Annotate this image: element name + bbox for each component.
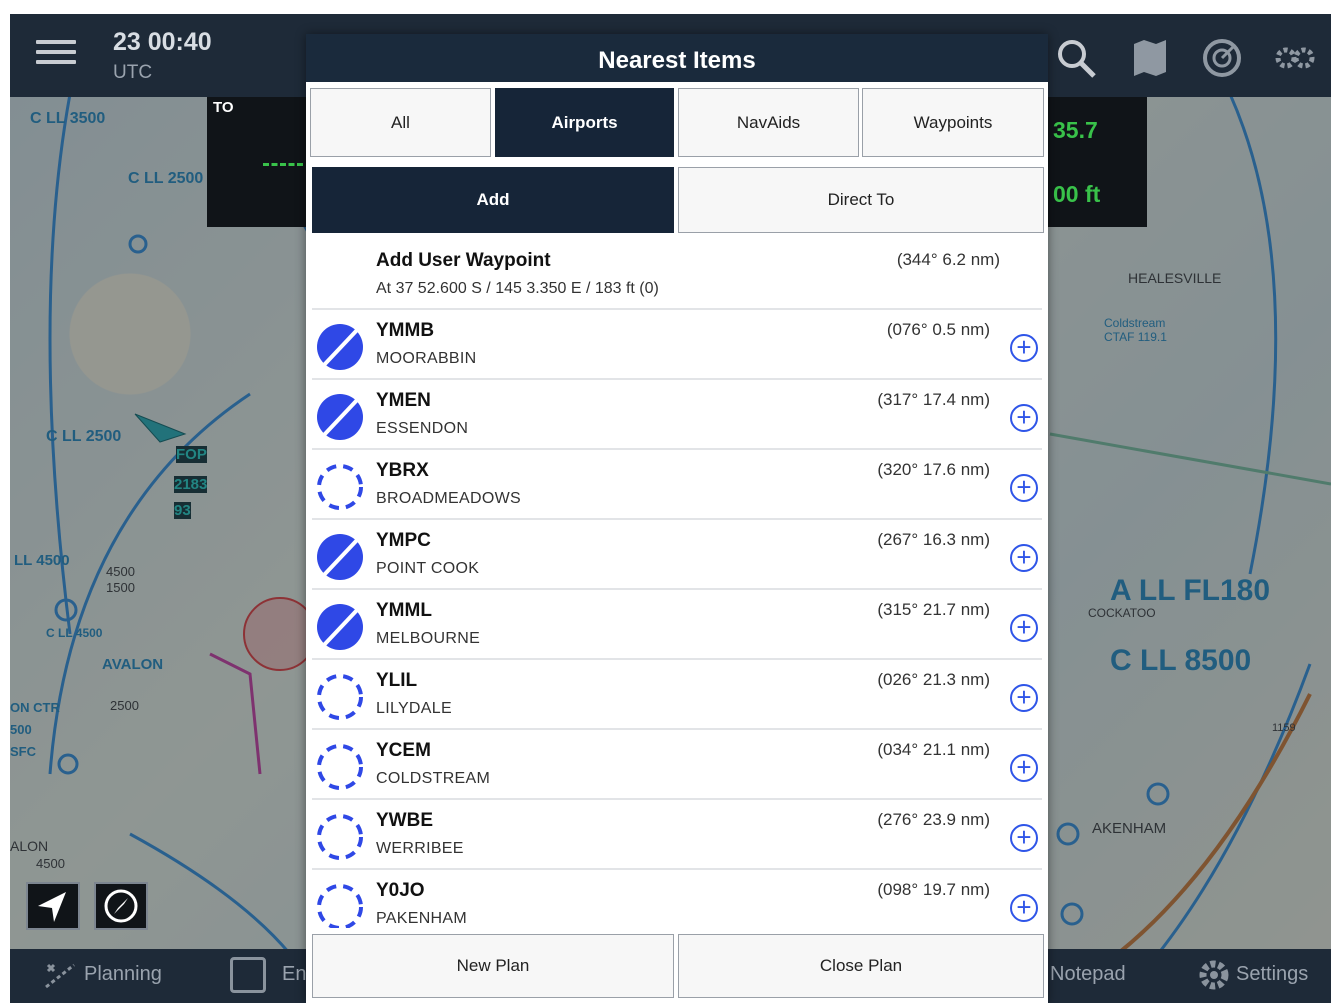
non-towered-airport-icon	[316, 813, 364, 861]
map-layers-icon[interactable]	[1128, 36, 1172, 80]
airport-row[interactable]: Y0JO PAKENHAM (098° 19.7 nm) +	[312, 870, 1042, 928]
search-icon[interactable]	[1054, 36, 1098, 80]
user-waypoint-coords: At 37 52.600 S / 145 3.350 E / 183 ft (0…	[376, 280, 659, 297]
add-plus-icon[interactable]: +	[1010, 404, 1038, 432]
enroute-map-icon[interactable]	[230, 957, 266, 993]
tab-planning[interactable]: Planning	[84, 963, 162, 986]
instrument-label: TO	[213, 99, 234, 116]
airport-row[interactable]: YMEN ESSENDON (317° 17.4 nm) +	[312, 380, 1042, 450]
add-plus-icon[interactable]: +	[1010, 894, 1038, 922]
add-mode-button[interactable]: Add	[312, 167, 674, 233]
nearest-items-list[interactable]: Add User Waypoint At 37 52.600 S / 145 3…	[312, 240, 1042, 928]
clock-zone: UTC	[113, 62, 153, 83]
airport-ident: YMMB	[376, 320, 435, 341]
compass-button[interactable]	[94, 882, 148, 930]
airport-bearing: (320° 17.6 nm)	[877, 460, 990, 479]
instrument-panel-left: TO	[207, 97, 307, 227]
tab-enroute[interactable]: En	[282, 963, 306, 986]
airport-ident: YWBE	[376, 810, 433, 831]
user-waypoint-row[interactable]: Add User Waypoint At 37 52.600 S / 145 3…	[312, 240, 1042, 310]
location-arrow-button[interactable]	[26, 882, 80, 930]
compass-icon	[104, 889, 138, 923]
tab-notepad[interactable]: Notepad	[1050, 963, 1126, 986]
airport-ident: Y0JO	[376, 880, 425, 901]
add-plus-icon[interactable]: +	[1010, 334, 1038, 362]
airport-bearing: (267° 16.3 nm)	[877, 530, 990, 549]
settings-gear-icon[interactable]	[1196, 957, 1232, 993]
airport-row[interactable]: YLIL LILYDALE (026° 21.3 nm) +	[312, 660, 1042, 730]
towered-airport-icon	[316, 393, 364, 441]
airport-ident: YMPC	[376, 530, 431, 551]
airport-name: WERRIBEE	[376, 840, 464, 857]
airport-ident: YMML	[376, 600, 432, 621]
add-plus-icon[interactable]: +	[1010, 614, 1038, 642]
new-plan-button[interactable]: New Plan	[312, 934, 674, 998]
airport-name: COLDSTREAM	[376, 770, 491, 787]
direct-to-mode-button[interactable]: Direct To	[678, 167, 1044, 233]
instrument-value: 00 ft	[1053, 181, 1101, 207]
non-towered-airport-icon	[316, 673, 364, 721]
non-towered-airport-icon	[316, 743, 364, 791]
airport-row[interactable]: YBRX BROADMEADOWS (320° 17.6 nm) +	[312, 450, 1042, 520]
non-towered-airport-icon	[316, 463, 364, 511]
radar-icon[interactable]	[1200, 36, 1244, 80]
add-plus-icon[interactable]: +	[1010, 544, 1038, 572]
add-plus-icon[interactable]: +	[1010, 754, 1038, 782]
airport-bearing: (315° 21.7 nm)	[877, 600, 990, 619]
user-waypoint-title: Add User Waypoint	[376, 250, 551, 271]
non-towered-airport-icon	[316, 883, 364, 928]
airport-name: POINT COOK	[376, 560, 480, 577]
airport-ident: YBRX	[376, 460, 429, 481]
airport-row[interactable]: YCEM COLDSTREAM (034° 21.1 nm) +	[312, 730, 1042, 800]
instrument-value: 35.7	[1053, 117, 1098, 143]
airport-bearing: (276° 23.9 nm)	[877, 810, 990, 829]
dialog-title: Nearest Items	[306, 34, 1048, 82]
planning-icon[interactable]	[42, 961, 78, 991]
towered-airport-icon	[316, 323, 364, 371]
tab-airports[interactable]: Airports	[495, 88, 674, 157]
airport-name: BROADMEADOWS	[376, 490, 521, 507]
tab-navaids[interactable]: NavAids	[678, 88, 859, 157]
airport-row[interactable]: YWBE WERRIBEE (276° 23.9 nm) +	[312, 800, 1042, 870]
tab-waypoints[interactable]: Waypoints	[862, 88, 1044, 157]
menu-icon[interactable]	[36, 40, 76, 70]
airport-name: MELBOURNE	[376, 630, 481, 647]
airport-name: ESSENDON	[376, 420, 469, 437]
user-waypoint-bearing: (344° 6.2 nm)	[896, 250, 1000, 269]
add-plus-icon[interactable]: +	[1010, 474, 1038, 502]
tab-all[interactable]: All	[310, 88, 491, 157]
airport-bearing: (076° 0.5 nm)	[886, 320, 990, 339]
airport-name: MOORABBIN	[376, 350, 477, 367]
gears-icon[interactable]	[1272, 36, 1316, 80]
nearest-items-dialog: Nearest Items All Airports NavAids Waypo…	[306, 34, 1048, 1003]
airport-name: PAKENHAM	[376, 910, 468, 927]
towered-airport-icon	[316, 603, 364, 651]
airport-bearing: (317° 17.4 nm)	[877, 390, 990, 409]
airport-name: LILYDALE	[376, 700, 452, 717]
course-line	[263, 163, 303, 166]
airport-ident: YLIL	[376, 670, 418, 691]
app-frame: C LL 3500 C LL 2500 C LL 2500 LL 4500 45…	[10, 14, 1331, 1003]
airport-bearing: (026° 21.3 nm)	[877, 670, 990, 689]
airport-bearing: (034° 21.1 nm)	[877, 740, 990, 759]
add-plus-icon[interactable]: +	[1010, 824, 1038, 852]
clock-time: 23 00:40	[113, 28, 212, 56]
airport-row[interactable]: YMMB MOORABBIN (076° 0.5 nm) +	[312, 310, 1042, 380]
add-plus-icon[interactable]: +	[1010, 684, 1038, 712]
airport-row[interactable]: YMPC POINT COOK (267° 16.3 nm) +	[312, 520, 1042, 590]
airport-row[interactable]: YMML MELBOURNE (315° 21.7 nm) +	[312, 590, 1042, 660]
location-arrow-icon	[38, 892, 66, 922]
airport-bearing: (098° 19.7 nm)	[877, 880, 990, 899]
tab-settings[interactable]: Settings	[1236, 963, 1308, 986]
towered-airport-icon	[316, 533, 364, 581]
airport-ident: YMEN	[376, 390, 431, 411]
instrument-panel-right: 35.7 00 ft	[1047, 97, 1147, 227]
close-plan-button[interactable]: Close Plan	[678, 934, 1044, 998]
airport-ident: YCEM	[376, 740, 431, 761]
